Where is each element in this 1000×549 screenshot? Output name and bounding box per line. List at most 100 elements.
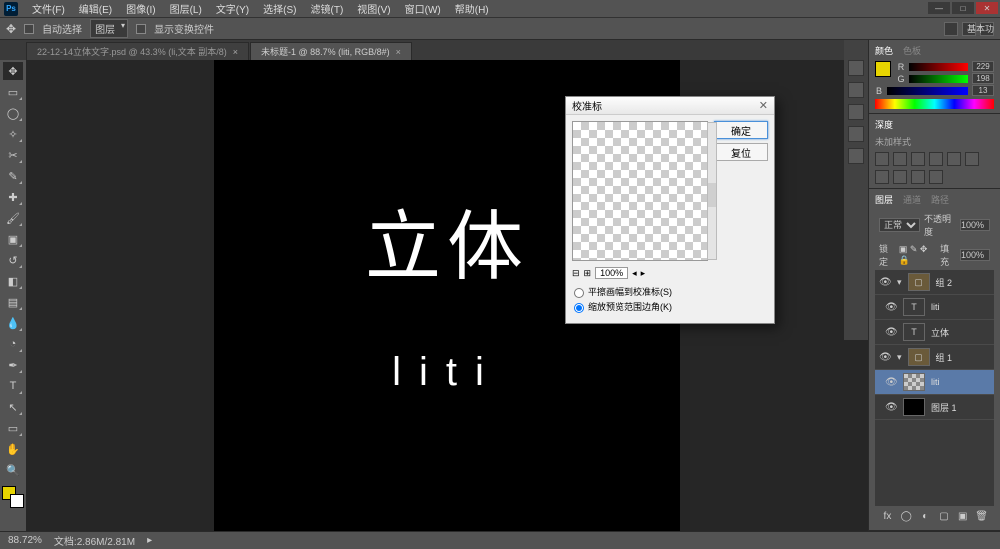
visibility-icon[interactable]: 👁: [879, 277, 891, 288]
g-slider[interactable]: [909, 75, 968, 83]
radio-option-1[interactable]: 平擦画幅到校准标(S): [574, 285, 766, 300]
menu-file[interactable]: 文件(F): [32, 1, 65, 16]
zoom-level[interactable]: 88.72%: [8, 535, 42, 546]
document-tab-active[interactable]: 未标题-1 @ 88.7% (liti, RGB/8#)×: [250, 42, 412, 60]
paths-tab[interactable]: 路径: [931, 193, 949, 206]
type-tool[interactable]: T: [3, 377, 23, 395]
menu-help[interactable]: 帮助(H): [455, 1, 489, 16]
align-icon[interactable]: [944, 22, 958, 36]
layer-item[interactable]: 👁图层 1: [875, 395, 994, 420]
zoom-tool[interactable]: 🔍: [3, 461, 23, 479]
style-swatch[interactable]: [929, 170, 943, 184]
group-icon[interactable]: ▢: [938, 509, 951, 523]
heal-tool[interactable]: ✚: [3, 188, 23, 206]
blur-tool[interactable]: 💧: [3, 314, 23, 332]
menu-filter[interactable]: 滤镜(T): [311, 1, 344, 16]
panel-icon[interactable]: [848, 60, 864, 76]
style-swatch[interactable]: [893, 170, 907, 184]
crop-tool[interactable]: ✂: [3, 146, 23, 164]
b-value[interactable]: 13: [972, 85, 994, 96]
show-transform-checkbox[interactable]: [136, 24, 146, 34]
lasso-tool[interactable]: ◯: [3, 104, 23, 122]
swatches-tab[interactable]: 色板: [903, 44, 921, 57]
layer-selected[interactable]: 👁liti: [875, 370, 994, 395]
path-tool[interactable]: ↖: [3, 398, 23, 416]
r-slider[interactable]: [909, 63, 968, 71]
workspace-menu[interactable]: 基本功: [967, 22, 994, 35]
visibility-icon[interactable]: 👁: [885, 302, 897, 313]
menu-layer[interactable]: 图层(L): [170, 1, 202, 16]
wand-tool[interactable]: ✧: [3, 125, 23, 143]
menu-type[interactable]: 文字(Y): [216, 1, 249, 16]
visibility-icon[interactable]: 👁: [879, 352, 891, 363]
menu-edit[interactable]: 编辑(E): [79, 1, 112, 16]
layer-text[interactable]: 👁T立体: [875, 320, 994, 345]
panel-icon[interactable]: [848, 82, 864, 98]
styles-tab[interactable]: 深度: [875, 118, 893, 131]
trash-icon[interactable]: 🗑: [975, 509, 988, 523]
eyedropper-tool[interactable]: ✎: [3, 167, 23, 185]
style-swatch[interactable]: [875, 170, 889, 184]
shape-tool[interactable]: ▭: [3, 419, 23, 437]
dialog-title-bar[interactable]: 校准标 ✕: [566, 97, 774, 115]
color-tab[interactable]: 颜色: [875, 44, 893, 57]
menu-view[interactable]: 视图(V): [357, 1, 390, 16]
close-icon[interactable]: ×: [396, 47, 401, 57]
preview-zoom[interactable]: 100%: [595, 267, 628, 279]
layer-group[interactable]: 👁▾▢组 2: [875, 270, 994, 295]
visibility-icon[interactable]: 👁: [885, 402, 897, 413]
layer-group[interactable]: 👁▾▢组 1: [875, 345, 994, 370]
zoom-in-icon[interactable]: ⊞: [584, 268, 592, 279]
zoom-out-icon[interactable]: ⊟: [572, 268, 580, 279]
close-button[interactable]: ✕: [976, 2, 998, 14]
fx-icon[interactable]: fx: [881, 509, 894, 523]
layer-text[interactable]: 👁Tliti: [875, 295, 994, 320]
visibility-icon[interactable]: 👁: [885, 327, 897, 338]
minimize-button[interactable]: ―: [928, 2, 950, 14]
panel-icon[interactable]: [848, 104, 864, 120]
dodge-tool[interactable]: ◔: [3, 335, 23, 353]
marquee-tool[interactable]: ▭: [3, 83, 23, 101]
style-swatch[interactable]: [929, 152, 943, 166]
close-icon[interactable]: ×: [233, 47, 238, 57]
color-spectrum[interactable]: [875, 99, 994, 109]
menu-select[interactable]: 选择(S): [263, 1, 296, 16]
style-swatch[interactable]: [947, 152, 961, 166]
auto-select-mode[interactable]: 图层: [90, 19, 128, 38]
doc-info[interactable]: 文档:2.86M/2.81M: [54, 533, 135, 548]
channels-tab[interactable]: 通道: [903, 193, 921, 206]
adjustment-icon[interactable]: ◐: [919, 509, 932, 523]
b-slider[interactable]: [887, 87, 968, 95]
style-swatch[interactable]: [911, 152, 925, 166]
opacity-input[interactable]: [960, 219, 990, 231]
foreground-swatch[interactable]: [875, 61, 891, 77]
r-value[interactable]: 229: [972, 61, 994, 72]
ok-button[interactable]: 确定: [714, 121, 768, 139]
history-brush-tool[interactable]: ↺: [3, 251, 23, 269]
panel-icon[interactable]: [848, 148, 864, 164]
hand-tool[interactable]: ✋: [3, 440, 23, 458]
style-swatch[interactable]: [875, 152, 889, 166]
dialog-close-icon[interactable]: ✕: [759, 99, 768, 112]
color-swatches[interactable]: [2, 486, 24, 508]
document-tab[interactable]: 22-12-14立体文字.psd @ 43.3% (li,文本 副本/8)×: [26, 42, 249, 60]
eraser-tool[interactable]: ◧: [3, 272, 23, 290]
fill-input[interactable]: [960, 249, 990, 261]
menu-image[interactable]: 图像(I): [126, 1, 155, 16]
dialog-preview[interactable]: [572, 121, 708, 261]
stamp-tool[interactable]: ▣: [3, 230, 23, 248]
move-tool[interactable]: ✥: [3, 62, 23, 80]
maximize-button[interactable]: □: [952, 2, 974, 14]
preview-scrollbar[interactable]: [707, 122, 717, 260]
gradient-tool[interactable]: ▤: [3, 293, 23, 311]
visibility-icon[interactable]: 👁: [885, 377, 897, 388]
radio-option-2[interactable]: 缩放预览范围边角(K): [574, 300, 766, 315]
reset-button[interactable]: 复位: [714, 143, 768, 161]
style-swatch[interactable]: [893, 152, 907, 166]
style-swatch[interactable]: [965, 152, 979, 166]
new-layer-icon[interactable]: ▣: [956, 509, 969, 523]
pen-tool[interactable]: ✒: [3, 356, 23, 374]
g-value[interactable]: 198: [972, 73, 994, 84]
blend-mode-select[interactable]: 正常: [879, 218, 920, 232]
panel-icon[interactable]: [848, 126, 864, 142]
